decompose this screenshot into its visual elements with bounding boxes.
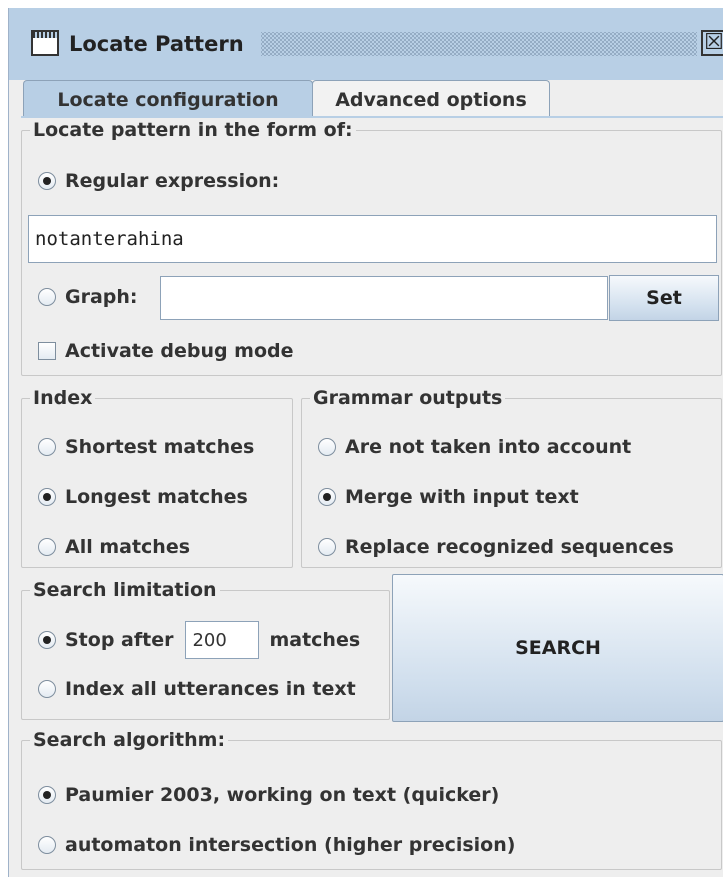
index-all-radio[interactable] [38, 680, 56, 698]
shortest-radio[interactable] [38, 438, 56, 456]
stop-after-count-input[interactable]: 200 [185, 621, 260, 659]
grammar-outputs-legend: Grammar outputs [310, 386, 506, 410]
debug-label: Activate debug mode [65, 340, 294, 362]
stop-after-option[interactable]: Stop after 200 matches [38, 619, 360, 661]
ignore-outputs-label: Are not taken into account [345, 436, 632, 458]
algorithm-option-paumier[interactable]: Paumier 2003, working on text (quicker) [38, 781, 499, 809]
graph-option[interactable]: Graph: [38, 283, 138, 311]
close-icon[interactable]: ☒ [701, 30, 723, 56]
set-button[interactable]: Set [609, 275, 719, 321]
window-title: Locate Pattern [69, 32, 244, 56]
algorithm-option-automaton[interactable]: automaton intersection (higher precision… [38, 831, 515, 859]
longest-radio[interactable] [38, 488, 56, 506]
merge-outputs-label: Merge with input text [345, 486, 579, 508]
title-bar-grip [261, 32, 697, 56]
search-button[interactable]: SEARCH [392, 574, 723, 722]
merge-outputs-radio[interactable] [318, 488, 336, 506]
search-limitation-group: Search limitation Stop after 200 matches… [21, 578, 390, 720]
index-option-all[interactable]: All matches [38, 533, 190, 561]
replace-outputs-label: Replace recognized sequences [345, 536, 674, 558]
tab-advanced-options[interactable]: Advanced options [312, 80, 550, 118]
matches-label: matches [269, 629, 361, 651]
debug-checkbox[interactable] [38, 342, 56, 360]
search-algorithm-group: Search algorithm: Paumier 2003, working … [21, 728, 722, 870]
paumier-label: Paumier 2003, working on text (quicker) [65, 784, 500, 806]
regex-label: Regular expression: [65, 170, 280, 192]
pattern-group: Locate pattern in the form of: Regular e… [21, 118, 722, 376]
index-option-longest[interactable]: Longest matches [38, 483, 248, 511]
grammar-option-replace[interactable]: Replace recognized sequences [318, 533, 674, 561]
pattern-legend: Locate pattern in the form of: [30, 118, 356, 142]
regex-radio[interactable] [38, 172, 56, 190]
regex-option[interactable]: Regular expression: [38, 167, 279, 195]
stop-after-radio[interactable] [38, 631, 56, 649]
all-matches-label: All matches [65, 536, 191, 558]
tab-locate-configuration[interactable]: Locate configuration [23, 80, 313, 118]
index-all-option[interactable]: Index all utterances in text [38, 675, 356, 703]
search-algorithm-legend: Search algorithm: [30, 728, 229, 752]
graph-input[interactable] [160, 276, 608, 320]
locate-pattern-window: Locate Pattern ☒ Locate configuration Ad… [8, 8, 723, 877]
shortest-label: Shortest matches [65, 436, 255, 458]
grammar-option-merge[interactable]: Merge with input text [318, 483, 579, 511]
grammar-option-ignore[interactable]: Are not taken into account [318, 433, 631, 461]
longest-label: Longest matches [65, 486, 248, 508]
window-icon [31, 30, 59, 56]
automaton-radio[interactable] [38, 836, 56, 854]
debug-option[interactable]: Activate debug mode [38, 337, 294, 365]
title-bar[interactable]: Locate Pattern ☒ [9, 8, 723, 80]
search-limitation-legend: Search limitation [30, 578, 220, 602]
paumier-radio[interactable] [38, 786, 56, 804]
ignore-outputs-radio[interactable] [318, 438, 336, 456]
index-all-label: Index all utterances in text [65, 678, 356, 700]
index-group: Index Shortest matches Longest matches A… [21, 386, 293, 568]
all-matches-radio[interactable] [38, 538, 56, 556]
replace-outputs-radio[interactable] [318, 538, 336, 556]
index-legend: Index [30, 386, 96, 410]
tab-bar: Locate configuration Advanced options [9, 80, 723, 118]
regex-input[interactable]: notanterahina [28, 215, 717, 263]
grammar-outputs-group: Grammar outputs Are not taken into accou… [301, 386, 722, 568]
stop-after-label: Stop after [65, 629, 174, 651]
automaton-label: automaton intersection (higher precision… [65, 834, 516, 856]
index-option-shortest[interactable]: Shortest matches [38, 433, 254, 461]
graph-label: Graph: [65, 286, 138, 308]
graph-radio[interactable] [38, 288, 56, 306]
